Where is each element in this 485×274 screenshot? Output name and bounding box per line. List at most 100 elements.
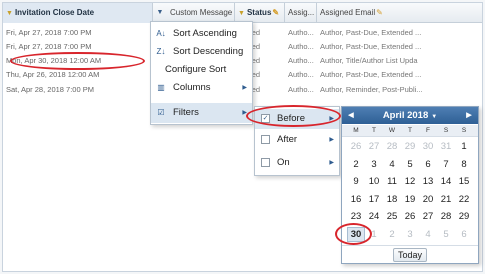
month-selector[interactable]: April 2018 ▼ bbox=[383, 110, 437, 121]
weekday-header: MTWTFSS bbox=[342, 125, 478, 137]
filter-item-on[interactable]: On ▶ bbox=[255, 153, 339, 173]
calendar-day[interactable]: 24 bbox=[365, 209, 383, 224]
weekday-label: F bbox=[426, 127, 430, 134]
today-button[interactable]: Today bbox=[393, 248, 427, 262]
email-cell: Author, Past-Due, Extended ... bbox=[320, 70, 422, 79]
calendar-day[interactable]: 18 bbox=[383, 192, 401, 207]
menu-item-columns[interactable]: ▥ Columns ▶ bbox=[151, 79, 252, 97]
column-menu: A↓ Sort Ascending Z↓ Sort Descending Con… bbox=[150, 21, 253, 125]
sort-descending-icon: Z↓ bbox=[156, 47, 166, 56]
calendar-day[interactable]: 17 bbox=[365, 192, 383, 207]
calendar-day[interactable]: 11 bbox=[383, 174, 401, 189]
calendar-day[interactable]: 15 bbox=[455, 174, 473, 189]
divider bbox=[342, 245, 478, 246]
calendar-day[interactable]: 29 bbox=[401, 139, 419, 154]
date-cell: Fri, Apr 27, 2018 7:00 PM bbox=[6, 28, 92, 37]
calendar-day[interactable]: 7 bbox=[437, 157, 455, 172]
calendar-day[interactable]: 21 bbox=[437, 192, 455, 207]
assigned-cell: Autho... bbox=[288, 70, 314, 79]
submenu-arrow-icon: ▶ bbox=[242, 85, 247, 91]
calendar-day[interactable]: 27 bbox=[419, 209, 437, 224]
filter-submenu: ✓ Before ▶ After ▶ On ▶ bbox=[254, 106, 340, 176]
calendar-day[interactable]: 26 bbox=[347, 139, 365, 154]
column-header-custom-message[interactable]: Custom Message✎ bbox=[167, 3, 235, 23]
email-cell: Author, Title/Author List Upda bbox=[320, 56, 418, 65]
date-picker: ◀ April 2018 ▼ ▶ MTWTFSS 26 27 28 29 30 31 1 2 3 4… bbox=[341, 106, 479, 264]
filter-item-after[interactable]: After ▶ bbox=[255, 130, 339, 150]
calendar-day[interactable]: 19 bbox=[401, 192, 419, 207]
email-cell: Author, Reminder, Post-Publi... bbox=[320, 85, 423, 94]
calendar-day[interactable]: 2 bbox=[383, 227, 401, 242]
calendar-day[interactable]: 29 bbox=[455, 209, 473, 224]
checkbox-icon[interactable] bbox=[261, 158, 270, 167]
submenu-arrow-icon: ▶ bbox=[242, 110, 247, 116]
calendar-day[interactable]: 9 bbox=[347, 174, 365, 189]
calendar-day[interactable]: 4 bbox=[383, 157, 401, 172]
calendar-day[interactable]: 23 bbox=[347, 209, 365, 224]
calendar-day[interactable]: 3 bbox=[401, 227, 419, 242]
calendar-day[interactable]: 5 bbox=[401, 157, 419, 172]
calendar-day[interactable]: 4 bbox=[419, 227, 437, 242]
column-header-assigned-email[interactable]: Assigned Email✎ bbox=[317, 3, 482, 23]
calendar-day[interactable]: 25 bbox=[383, 209, 401, 224]
calendar-day[interactable]: 8 bbox=[455, 157, 473, 172]
calendar-day-selected[interactable]: 30 bbox=[347, 226, 365, 242]
calendar-day[interactable]: 14 bbox=[437, 174, 455, 189]
filter-icon: ▼ bbox=[238, 10, 245, 17]
calendar-day[interactable]: 27 bbox=[365, 139, 383, 154]
column-menu-trigger-icon[interactable]: ▼ bbox=[153, 6, 167, 20]
menu-item-sort-descending[interactable]: Z↓ Sort Descending bbox=[151, 43, 252, 61]
previous-month-icon[interactable]: ◀ bbox=[344, 107, 358, 124]
weekday-label: S bbox=[461, 127, 467, 134]
chevron-down-icon: ▼ bbox=[431, 114, 438, 120]
grid-header: ▼Invitation Close Date ▼ Custom Message✎… bbox=[3, 3, 482, 23]
date-cell: Sat, Apr 28, 2018 7:00 PM bbox=[6, 85, 94, 94]
next-month-icon[interactable]: ▶ bbox=[462, 107, 476, 124]
calendar-day[interactable]: 13 bbox=[419, 174, 437, 189]
calendar-day[interactable]: 26 bbox=[401, 209, 419, 224]
pencil-icon: ✎ bbox=[272, 8, 280, 17]
menu-item-filters[interactable]: ☑ Filters ▶ bbox=[151, 103, 252, 123]
calendar-day[interactable]: 31 bbox=[437, 139, 455, 154]
checkbox-icon[interactable] bbox=[261, 135, 270, 144]
calendar-day[interactable]: 6 bbox=[455, 227, 473, 242]
calendar-day[interactable]: 28 bbox=[437, 209, 455, 224]
assigned-cell: Autho... bbox=[288, 42, 314, 51]
sort-ascending-icon: A↓ bbox=[156, 29, 166, 38]
calendar-day[interactable]: 3 bbox=[365, 157, 383, 172]
weekday-label: T bbox=[408, 127, 412, 134]
calendar-day[interactable]: 28 bbox=[383, 139, 401, 154]
calendar-day[interactable]: 5 bbox=[437, 227, 455, 242]
assigned-cell: Autho... bbox=[288, 56, 314, 65]
column-header-invitation-close-date[interactable]: ▼ Invitation Close Date bbox=[3, 3, 153, 23]
filter-item-before[interactable]: ✓ Before ▶ bbox=[255, 109, 339, 129]
calendar-day[interactable]: 10 bbox=[365, 174, 383, 189]
date-cell: Fri, Apr 27, 2018 7:00 PM bbox=[6, 42, 92, 51]
submenu-arrow-icon: ▶ bbox=[329, 116, 334, 122]
assigned-cell: Autho... bbox=[288, 85, 314, 94]
calendar-day[interactable]: 1 bbox=[455, 139, 473, 154]
submenu-arrow-icon: ▶ bbox=[329, 160, 334, 166]
weekday-label: W bbox=[388, 127, 396, 134]
date-cell: Mon, Apr 30, 2018 12:00 AM bbox=[6, 56, 102, 65]
calendar-day[interactable]: 22 bbox=[455, 192, 473, 207]
date-picker-header: ◀ April 2018 ▼ ▶ bbox=[342, 107, 478, 124]
column-header-assigned[interactable]: Assig... bbox=[285, 3, 317, 23]
weekday-label: S bbox=[443, 127, 449, 134]
calendar-day[interactable]: 12 bbox=[401, 174, 419, 189]
pencil-icon: ✎ bbox=[376, 8, 383, 17]
menu-item-configure-sort[interactable]: Configure Sort bbox=[151, 61, 252, 79]
calendar-day[interactable]: 1 bbox=[365, 227, 383, 242]
column-header-status[interactable]: ▼ Status✎ bbox=[235, 3, 285, 23]
checkbox-checked-icon: ☑ bbox=[157, 108, 165, 117]
menu-item-sort-ascending[interactable]: A↓ Sort Ascending bbox=[151, 25, 252, 43]
calendar-day[interactable]: 20 bbox=[419, 192, 437, 207]
email-cell: Author, Past-Due, Extended ... bbox=[320, 42, 422, 51]
weekday-label: T bbox=[372, 127, 376, 134]
calendar-day[interactable]: 16 bbox=[347, 192, 365, 207]
checkbox-checked-icon[interactable]: ✓ bbox=[261, 114, 270, 123]
submenu-arrow-icon: ▶ bbox=[329, 137, 334, 143]
calendar-day[interactable]: 2 bbox=[347, 157, 365, 172]
calendar-day[interactable]: 30 bbox=[419, 139, 437, 154]
calendar-day[interactable]: 6 bbox=[419, 157, 437, 172]
